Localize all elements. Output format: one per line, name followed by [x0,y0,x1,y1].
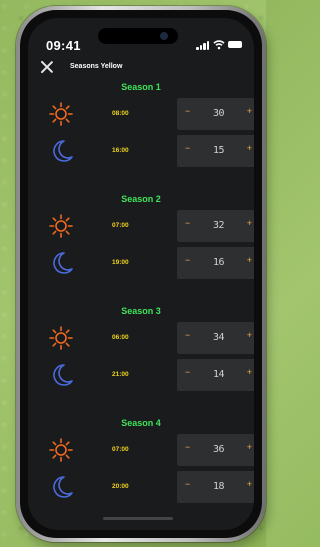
day-value-stepper: − 34 + [177,322,254,354]
day-row: 08:00 − 30 + [28,98,254,132]
night-row: 20:00 − 18 + [28,471,254,505]
night-row: 21:00 − 14 + [28,359,254,393]
day-value-stepper: − 36 + [177,434,254,466]
nav-bar: Seasons Yellow [28,58,254,84]
day-value: 34 [212,332,225,343]
day-time[interactable]: 07:00 [112,222,129,229]
day-value: 36 [212,444,225,455]
day-row: 06:00 − 34 + [28,322,254,356]
night-row: 16:00 − 15 + [28,135,254,169]
page-title: Seasons Yellow [70,63,123,70]
moon-icon [53,476,73,498]
season-card: Season 3 06:00 − 34 + 21:00 − 14 + [28,306,254,418]
day-row: 07:00 − 36 + [28,434,254,468]
night-value-stepper: − 18 + [177,471,254,503]
night-value-stepper: − 14 + [177,359,254,391]
status-time: 09:41 [46,38,81,53]
day-value-stepper: − 30 + [177,98,254,130]
day-value: 30 [212,108,225,119]
day-time[interactable]: 06:00 [112,334,129,341]
increment-button[interactable]: + [247,367,252,377]
season-title: Season 2 [121,194,161,204]
day-value-stepper: − 32 + [177,210,254,242]
night-value-stepper: − 15 + [177,135,254,167]
night-row: 19:00 − 16 + [28,247,254,281]
sun-icon [49,326,73,350]
night-time[interactable]: 20:00 [112,483,129,490]
sun-icon [49,102,73,126]
season-title: Season 1 [121,82,161,92]
day-time[interactable]: 07:00 [112,446,129,453]
cellular-signal-icon [196,40,210,50]
status-bar: 09:41 [28,18,254,58]
status-icons [196,40,242,50]
close-icon[interactable] [40,60,54,74]
moon-icon [53,140,73,162]
battery-icon [228,41,242,48]
night-time[interactable]: 16:00 [112,147,129,154]
season-card: Season 2 07:00 − 32 + 19:00 − 16 + [28,194,254,306]
moon-icon [53,364,73,386]
night-value-stepper: − 16 + [177,247,254,279]
phone-bezel: 09:41 Seasons Yellow Season 1 08:00 − 30… [20,10,262,538]
increment-button[interactable]: + [247,255,252,265]
home-indicator [103,517,173,520]
sun-icon [49,438,73,462]
season-title: Season 4 [121,418,161,428]
day-time[interactable]: 08:00 [112,110,129,117]
night-time[interactable]: 21:00 [112,371,129,378]
increment-button[interactable]: + [247,106,252,116]
night-value: 16 [212,257,225,268]
night-value: 15 [212,145,225,156]
sun-icon [49,214,73,238]
day-value: 32 [212,220,225,231]
night-value: 14 [212,369,225,380]
wifi-icon [213,40,225,50]
moon-icon [53,252,73,274]
night-value: 18 [212,481,225,492]
day-row: 07:00 − 32 + [28,210,254,244]
night-time[interactable]: 19:00 [112,259,129,266]
app-screen: 09:41 Seasons Yellow Season 1 08:00 − 30… [28,18,254,530]
increment-button[interactable]: + [247,330,252,340]
increment-button[interactable]: + [247,479,252,489]
phone-frame: 09:41 Seasons Yellow Season 1 08:00 − 30… [16,6,266,542]
seasons-list: Season 1 08:00 − 30 + 16:00 − 15 + Seaso… [28,82,254,530]
season-title: Season 3 [121,306,161,316]
increment-button[interactable]: + [247,143,252,153]
season-card: Season 1 08:00 − 30 + 16:00 − 15 + [28,82,254,194]
increment-button[interactable]: + [247,442,252,452]
dynamic-island [98,28,178,44]
increment-button[interactable]: + [247,218,252,228]
season-card: Season 4 07:00 − 36 + 20:00 − 18 + [28,418,254,530]
